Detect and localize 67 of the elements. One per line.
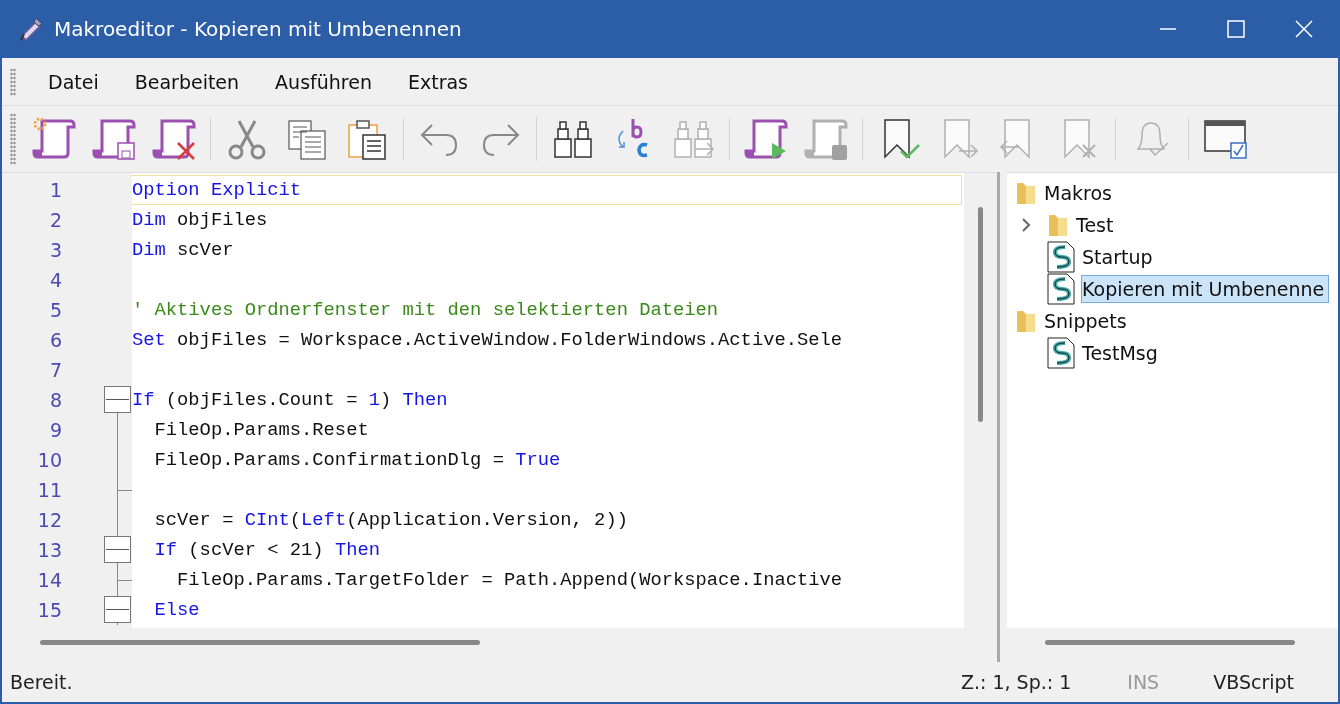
delete-script-icon[interactable] [152,117,196,161]
line-number: 10 [36,449,62,471]
line-number: 13 [36,539,62,561]
line-number: 14 [36,569,62,591]
chevron-icon[interactable] [1021,217,1031,233]
tree-item[interactable]: Snippets [1043,307,1132,335]
code-line: If (scVer < 21) Then [154,539,380,561]
cursor-position: Z.: 1, Sp.: 1 [960,671,1072,693]
save-icon[interactable] [92,117,136,161]
line-number: 6 [48,329,62,351]
collapse-icon[interactable] [104,536,131,563]
line-number: 2 [48,209,62,231]
menu-grip[interactable] [10,67,16,96]
run-icon[interactable] [744,117,788,161]
collapse-icon[interactable] [104,596,131,623]
code-line: scVer = CInt(Left(Application.Version, 2)) [154,509,628,531]
status-message: Bereit. [10,671,73,693]
tree-item[interactable]: Test [1075,211,1119,239]
folder-icon [1015,308,1037,334]
code-line: Option Explicit [132,179,302,201]
window-title: Makroeditor - Kopieren mit Umbenennen [54,17,462,41]
line-number: 7 [48,359,62,381]
folder-icon [1015,180,1037,206]
line-number: 12 [36,509,62,531]
script-icon [1047,273,1075,305]
code-line: FileOp.Params.TargetFolder = Path.Append(Workspace.Inactive [177,569,843,591]
menu-item[interactable]: Ausführen [257,66,390,97]
folder-icon [1047,212,1069,238]
line-number: 8 [48,389,62,411]
code-line: If (objFiles.Count = 1) Then [132,389,448,411]
scrollbar-thumb[interactable] [1045,640,1295,645]
maximize-icon [1227,20,1245,38]
new-script-icon[interactable] [32,117,76,161]
menu-item[interactable]: Datei [30,66,117,97]
line-number: 15 [36,599,62,621]
line-number: 11 [36,479,62,501]
toolbar-grip[interactable] [10,113,16,165]
copy-icon[interactable] [285,117,329,161]
paste-icon[interactable] [345,117,389,161]
language-indicator: VBScript [1213,671,1294,693]
minimize-icon [1159,28,1177,30]
menu-item[interactable]: Bearbeiten [116,66,258,97]
line-number: 4 [48,269,62,291]
collapse-icon[interactable] [104,386,131,413]
code-line: ' Aktives Ordnerfenster mit den selektierten Dateien [132,299,719,321]
code-line: Else [154,599,200,621]
tree-item[interactable]: Makros [1043,179,1117,207]
line-number: 5 [48,299,62,321]
scrollbar-thumb[interactable] [978,207,983,422]
menu-item[interactable]: Extras [389,66,486,97]
scrollbar-thumb[interactable] [40,640,480,645]
tree-item[interactable]: Kopieren mit Umbenenne [1081,275,1330,303]
line-number: 3 [48,239,62,261]
window-checkbox-icon[interactable] [1203,117,1247,161]
script-icon [1047,337,1075,369]
tree-item[interactable]: TestMsg [1081,339,1163,367]
close-icon [1295,20,1313,38]
tree-item[interactable]: Startup [1081,243,1158,271]
line-number: 1 [48,179,62,201]
line-number: 9 [48,419,62,441]
code-line: Dim objFiles [132,209,268,231]
code-line: FileOp.Params.ConfirmationDlg = True [154,449,561,471]
code-line: Set objFiles = Workspace.ActiveWindow.FolderWindows.Active.Sele [132,329,843,351]
script-icon [1047,241,1075,273]
code-line: Dim scVer [132,239,234,261]
insert-mode-indicator: INS [1127,671,1160,693]
code-line: FileOp.Params.Reset [154,419,369,441]
